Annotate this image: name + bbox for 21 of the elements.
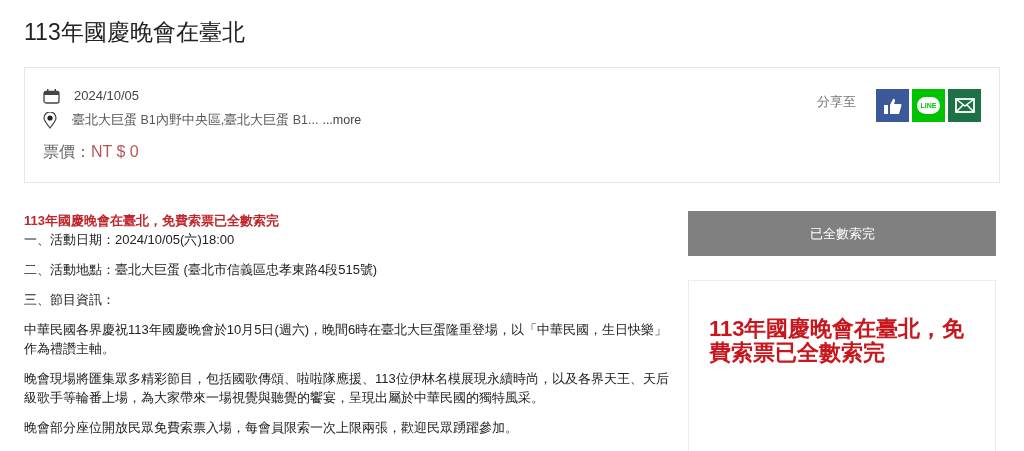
description-paragraph: 中華民國各界慶祝113年國慶晚會於10月5日(週六)，晚間6時在臺北大巨蛋隆重登場，以「中華民國，生日快樂」作為禮讚主軸。 — [24, 321, 669, 358]
description-headline: 113年國慶晚會在臺北，免費索票已全數索完 — [24, 212, 280, 230]
envelope-icon — [954, 98, 975, 113]
email-share-button[interactable] — [948, 89, 981, 122]
page-title: 113年國慶晚會在臺北 — [24, 18, 246, 46]
description-paragraph: 晚會現場將匯集眾多精彩節目，包括國歌傳頌、啦啦隊應援、113位伊林名模展現永續時尚，以及各界天王、天后級歌手等輪番上場，為大家帶來一場視覺與聽覺的饗宴，呈現出屬於中華民國的獨特風采。 — [24, 370, 669, 407]
map-pin-icon — [43, 111, 57, 129]
calendar-icon — [43, 88, 60, 104]
thumbs-up-icon — [882, 96, 903, 115]
description-paragraph: 晚會部分座位開放民眾免費索票入場，每會員限索一次上限兩張，歡迎民眾踴躍參加。 — [24, 419, 519, 437]
description-paragraph: 二、活動地點：臺北大巨蛋 (臺北市信義區忠孝東路4段515號) — [24, 261, 379, 279]
price-label: 票價： — [43, 142, 91, 162]
more-link[interactable]: ...more — [322, 110, 362, 130]
description-paragraph: 一、活動日期：2024/10/05(六)18:00 — [24, 231, 236, 249]
sold-out-notice: 113年國慶晚會在臺北，免費索票已全數索完 — [709, 317, 966, 365]
event-location: 臺北大巨蛋 B1內野中央區,臺北大巨蛋 B1... — [72, 111, 319, 129]
event-date: 2024/10/05 — [74, 87, 140, 106]
ticket-price: NT $ 0 — [91, 142, 139, 162]
description-paragraph: 三、節目資訊： — [24, 291, 116, 309]
like-share-button[interactable] — [876, 89, 909, 122]
share-label: 分享至 — [817, 94, 856, 111]
